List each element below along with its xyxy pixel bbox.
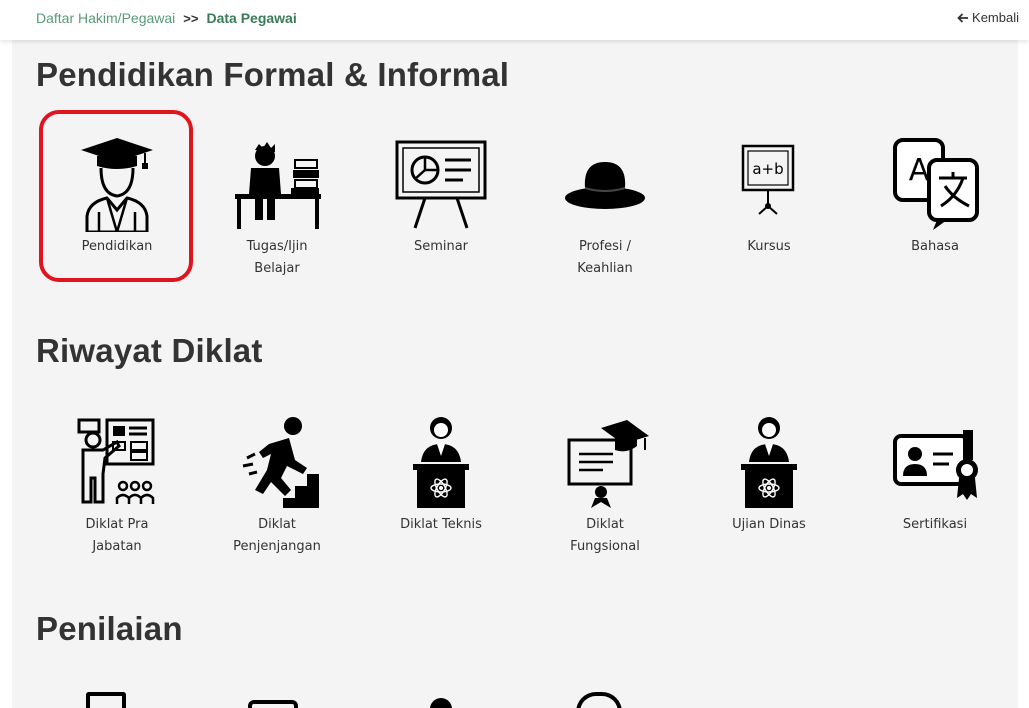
item-diklat-teknis[interactable]: Diklat Teknis [366, 414, 516, 536]
section-title-pendidikan: Pendidikan Formal & Informal [36, 56, 510, 93]
top-bar: Daftar Hakim/Pegawai >> Data Pegawai Kem… [0, 0, 1029, 40]
teacher-class-icon [77, 418, 155, 504]
item-tugas-ijin-belajar[interactable]: Tugas/Ijin Belajar [202, 136, 352, 280]
section-title-riwayat-diklat: Riwayat Diklat [36, 332, 263, 369]
item-seminar[interactable]: Seminar [366, 136, 516, 258]
item-label: Bahasa [911, 239, 959, 254]
item-sertifikasi[interactable]: Sertifikasi [860, 414, 1010, 536]
breadcrumb-current: Data Pegawai [206, 10, 297, 26]
item-profesi-keahlian[interactable]: Profesi / Keahlian [530, 136, 680, 280]
id-certificate-icon [893, 430, 978, 500]
item-bahasa[interactable]: A Bahasa [860, 136, 1010, 258]
item-label: Ujian Dinas [732, 517, 806, 532]
certificate-diploma-icon [567, 420, 649, 508]
presentation-board-icon [395, 140, 487, 229]
item-label: Pendidikan [81, 239, 153, 254]
item-ujian-dinas[interactable]: Ujian Dinas [694, 414, 844, 536]
main-content: Pendidikan Formal & Informal Pendidikan [12, 40, 1018, 708]
item-diklat-pra-jabatan[interactable]: Diklat Pra Jabatan [42, 414, 192, 558]
section-title-penilaian: Penilaian [36, 610, 183, 647]
svg-text:a+b: a+b [752, 160, 783, 178]
item-label: Diklat Teknis [400, 517, 482, 532]
hat-icon [565, 162, 645, 209]
item-label: Diklat Pra Jabatan [85, 517, 149, 554]
item-diklat-fungsional[interactable]: Diklat Fungsional [530, 414, 680, 558]
item-label: Profesi / Keahlian [577, 239, 633, 276]
penilaian-icon-3[interactable] [430, 698, 452, 708]
svg-text:A: A [909, 153, 930, 188]
graduate-icon [81, 138, 153, 232]
student-desk-icon [235, 142, 321, 229]
item-label: Diklat Penjenjangan [233, 517, 321, 554]
translate-icon: A [893, 138, 979, 230]
speaker-podium-icon [741, 417, 797, 508]
item-label: Seminar [413, 239, 469, 254]
back-button[interactable]: Kembali [957, 10, 1019, 25]
climbing-stairs-icon [242, 417, 319, 508]
back-button-label: Kembali [972, 10, 1019, 25]
breadcrumb: Daftar Hakim/Pegawai >> Data Pegawai [36, 10, 297, 26]
penilaian-icon-1[interactable] [86, 692, 126, 708]
breadcrumb-parent-link[interactable]: Daftar Hakim/Pegawai [36, 10, 175, 26]
speaker-podium-icon [413, 417, 469, 508]
item-pendidikan[interactable]: Pendidikan [42, 136, 192, 258]
breadcrumb-separator: >> [183, 10, 199, 26]
penilaian-icon-2[interactable] [248, 700, 298, 708]
item-label: Sertifikasi [902, 517, 968, 532]
item-label: Kursus [747, 239, 791, 254]
item-label: Diklat Fungsional [570, 517, 640, 554]
item-kursus[interactable]: a+b Kursus [694, 136, 844, 258]
penilaian-icon-4[interactable] [576, 692, 622, 708]
item-diklat-penjenjangan[interactable]: Diklat Penjenjangan [202, 414, 352, 558]
arrow-left-icon [957, 12, 969, 23]
item-label: Tugas/Ijin Belajar [246, 239, 308, 276]
whiteboard-icon: a+b [741, 144, 795, 215]
